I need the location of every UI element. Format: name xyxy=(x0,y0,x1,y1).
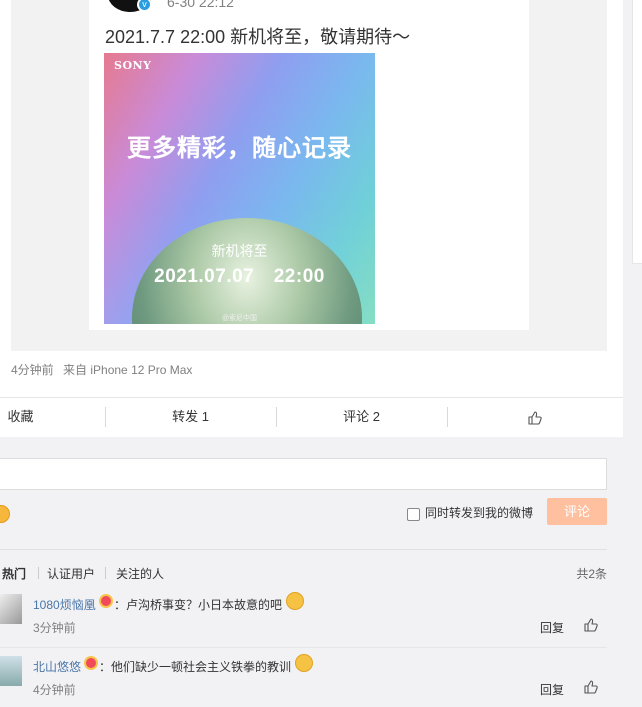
comment-like-icon[interactable] xyxy=(584,618,598,632)
repost-checkbox[interactable] xyxy=(407,508,420,521)
post-meta-source[interactable]: 来自 iPhone 12 Pro Max xyxy=(63,363,192,377)
post-action-bar: 收藏 转发 1 评论 2 xyxy=(0,397,623,437)
submit-comment-button[interactable]: 评论 xyxy=(547,498,607,525)
comment-section: 同时转发到我的微博 评论 热门 认证用户 关注的人 共2条 1080烦恼凰 ：卢… xyxy=(0,437,623,707)
comment-text: ：卢沟桥事变？小日本故意的吧 xyxy=(114,598,283,612)
post-meta: 4分钟前 来自 iPhone 12 Pro Max xyxy=(11,361,198,378)
image-headline: 更多精彩，随心记录 xyxy=(127,135,352,162)
doge-emoji-icon xyxy=(295,654,313,672)
filter-following[interactable]: 关注的人 xyxy=(116,565,164,582)
comment-item: 北山悠悠 ：他们缺少一顿社会主义铁拳的教训 4分钟前 回复 xyxy=(0,654,607,707)
commenter-name[interactable]: 1080烦恼凰 xyxy=(33,596,96,613)
vip-badge-icon xyxy=(99,594,113,608)
image-watermark: @索尼中国 xyxy=(221,315,258,322)
post-timestamp[interactable]: 6-30 22:12 xyxy=(167,0,234,10)
commenter-avatar[interactable] xyxy=(0,594,22,624)
commenter-avatar[interactable] xyxy=(0,656,22,686)
filter-hot[interactable]: 热门 xyxy=(2,565,26,582)
commenter-name[interactable]: 北山悠悠 xyxy=(33,658,81,675)
reply-button[interactable]: 回复 xyxy=(540,681,564,698)
right-sidebar-edge xyxy=(632,0,642,264)
comment-divider xyxy=(0,647,607,648)
emoji-icon[interactable] xyxy=(0,505,10,523)
post-image[interactable]: SONY 更多精彩，随心记录 新机将至 2021.07.07 22:00 @索尼… xyxy=(104,53,375,324)
favorite-button[interactable]: 收藏 xyxy=(0,398,41,436)
comment-time: 3分钟前 xyxy=(33,621,76,635)
comment-input[interactable] xyxy=(0,458,607,490)
weibo-post-card: v 6-30 22:12 2021.7.7 22:00 新机将至，敬请期待～ S… xyxy=(0,0,623,707)
comment-item: 1080烦恼凰 ：卢沟桥事变？小日本故意的吧 3分钟前 回复 xyxy=(0,592,607,652)
comment-time: 4分钟前 xyxy=(33,683,76,697)
filter-divider xyxy=(105,567,106,579)
comment-filter-bar: 热门 认证用户 关注的人 共2条 xyxy=(0,549,607,581)
comment-count-button[interactable]: 评论 2 xyxy=(276,398,447,436)
post-meta-time[interactable]: 4分钟前 xyxy=(11,363,54,377)
thumbs-up-icon xyxy=(528,411,542,425)
repost-checkbox-label[interactable]: 同时转发到我的微博 xyxy=(425,504,533,521)
comment-total-count: 共2条 xyxy=(576,567,607,581)
repost-button[interactable]: 转发 1 xyxy=(105,398,276,436)
vip-badge-icon xyxy=(84,656,98,670)
smirk-emoji-icon xyxy=(286,592,304,610)
image-date: 2021.07.07 22:00 xyxy=(154,266,325,287)
filter-verified-users[interactable]: 认证用户 xyxy=(47,565,95,582)
reply-button[interactable]: 回复 xyxy=(540,619,564,636)
image-brand-logo: SONY xyxy=(114,59,152,72)
image-subtitle: 新机将至 xyxy=(211,243,268,259)
filter-divider xyxy=(38,567,39,579)
like-button[interactable] xyxy=(447,398,623,436)
comment-text: ：他们缺少一顿社会主义铁拳的教训 xyxy=(99,660,292,674)
post-text: 2021.7.7 22:00 新机将至，敬请期待～ xyxy=(105,27,411,47)
comment-like-icon[interactable] xyxy=(584,680,598,694)
